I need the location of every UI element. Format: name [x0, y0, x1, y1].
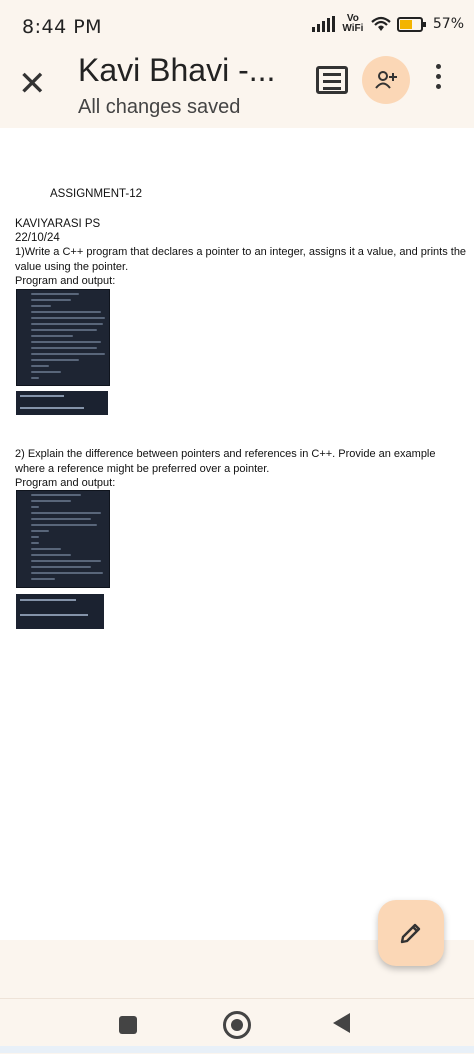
- assignment-heading: ASSIGNMENT-12: [50, 188, 143, 200]
- question-1-label: Program and output:: [15, 275, 116, 287]
- battery-percent: 57%: [432, 16, 464, 32]
- pencil-icon: [400, 923, 421, 944]
- app-bar: ✕ Kavi Bhavi -... All changes saved: [0, 50, 474, 128]
- question-1-line-1: 1)Write a C++ program that declares a po…: [15, 246, 467, 258]
- recents-icon[interactable]: [119, 1016, 137, 1034]
- author-name: KAVIYARASI PS: [15, 218, 101, 230]
- output-screenshot-2: [16, 594, 104, 629]
- gesture-bar: [0, 1046, 474, 1053]
- status-bar: 8:44 PM Vo WiFi 57%: [0, 0, 474, 50]
- close-icon[interactable]: ✕: [18, 64, 47, 104]
- share-button[interactable]: [362, 56, 410, 104]
- signal-icon: [311, 16, 335, 32]
- wifi-icon: [371, 16, 391, 31]
- more-vert-icon[interactable]: [436, 64, 442, 89]
- battery-icon: [396, 16, 426, 32]
- code-screenshot-1: [16, 289, 110, 386]
- back-icon[interactable]: [333, 1013, 350, 1033]
- question-1-line-2: value using the pointer.: [15, 261, 129, 273]
- question-2-line-1: 2) Explain the difference between pointe…: [15, 448, 436, 460]
- question-2-line-2: where a reference might be preferred ove…: [15, 463, 270, 475]
- vowifi-label: Vo WiFi: [342, 13, 364, 34]
- document-canvas[interactable]: ASSIGNMENT-12 KAVIYARASI PS 22/10/24 1)W…: [0, 128, 474, 940]
- document-title: Kavi Bhavi -...: [78, 52, 276, 88]
- home-icon[interactable]: [223, 1011, 251, 1039]
- status-icons: Vo WiFi 57%: [311, 13, 464, 34]
- edit-button[interactable]: [378, 900, 444, 966]
- date-text: 22/10/24: [15, 232, 60, 244]
- comment-icon[interactable]: [316, 66, 348, 94]
- code-screenshot-2: [16, 490, 110, 588]
- clock: 8:44 PM: [22, 16, 103, 38]
- add-person-icon: [375, 71, 397, 89]
- output-screenshot-1: [16, 391, 108, 415]
- save-status: All changes saved: [78, 96, 241, 118]
- question-2-label: Program and output:: [15, 477, 116, 489]
